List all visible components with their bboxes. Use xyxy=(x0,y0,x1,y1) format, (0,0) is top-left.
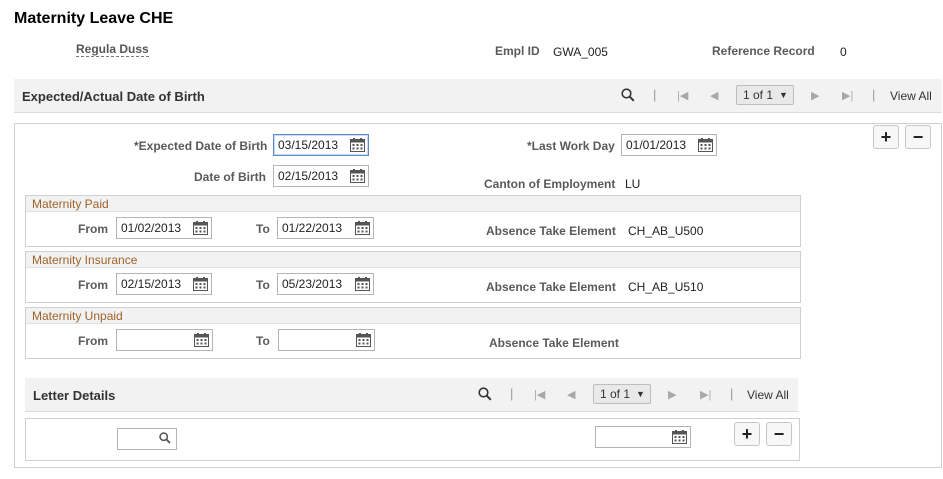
canton-of-employment-value: LU xyxy=(625,177,641,191)
calendar-icon[interactable] xyxy=(193,277,208,291)
maternity-paid-title: Maternity Paid xyxy=(26,196,800,212)
page-title: Maternity Leave CHE xyxy=(14,10,174,27)
letter-row-count-text: 1 of 1 xyxy=(600,387,631,401)
calendar-icon[interactable] xyxy=(355,221,370,235)
insurance-from-field[interactable]: 02/15/2013 xyxy=(116,273,212,295)
search-icon[interactable] xyxy=(478,387,492,404)
paid-absence-element-label: Absence Take Element xyxy=(486,224,616,238)
letter-code-field[interactable] xyxy=(117,428,177,450)
paid-to-value: 01/22/2013 xyxy=(282,221,343,235)
paid-to-field[interactable]: 01/22/2013 xyxy=(277,217,374,239)
previous-page-icon[interactable]: ◀ xyxy=(710,89,718,102)
letter-add-row-button[interactable]: + xyxy=(734,422,760,446)
letter-grid-title: Letter Details xyxy=(33,388,116,403)
previous-page-icon[interactable]: ◀ xyxy=(567,388,575,401)
empl-id-value: GWA_005 xyxy=(553,45,608,59)
row-count-text: 1 of 1 xyxy=(743,88,774,102)
nav-separator: | xyxy=(872,87,876,102)
last-work-day-field[interactable]: 01/01/2013 xyxy=(621,134,717,156)
expected-date-of-birth-field[interactable]: 03/15/2013 xyxy=(273,134,369,156)
last-work-day-value: 01/01/2013 xyxy=(626,138,687,152)
insurance-absence-element-value: CH_AB_U510 xyxy=(628,280,704,294)
search-icon[interactable] xyxy=(159,431,171,447)
view-all-link[interactable]: View All xyxy=(890,89,932,103)
calendar-icon[interactable] xyxy=(356,333,371,347)
nav-separator: | xyxy=(730,386,734,401)
first-page-icon[interactable]: |◀ xyxy=(534,388,545,401)
insurance-to-label: To xyxy=(256,278,270,292)
nav-separator: | xyxy=(653,87,657,102)
letter-row-count-dropdown[interactable]: 1 of 1 ▼ xyxy=(593,384,651,404)
employee-name: Regula Duss xyxy=(76,42,149,57)
nav-separator: | xyxy=(510,386,514,401)
letter-grid-header xyxy=(25,378,798,412)
paid-to-label: To xyxy=(256,222,270,236)
unpaid-from-field[interactable] xyxy=(116,329,213,351)
reference-record-value: 0 xyxy=(840,45,847,59)
last-page-icon[interactable]: ▶| xyxy=(700,388,711,401)
canton-of-employment-label: Canton of Employment xyxy=(484,177,616,191)
maternity-unpaid-title: Maternity Unpaid xyxy=(26,308,800,324)
insurance-to-field[interactable]: 05/23/2013 xyxy=(277,273,374,295)
reference-record-label: Reference Record xyxy=(712,44,815,58)
expected-date-of-birth-label: *Expected Date of Birth xyxy=(134,139,268,153)
letter-view-all-link[interactable]: View All xyxy=(747,388,789,402)
calendar-icon[interactable] xyxy=(194,333,209,347)
last-work-day-label: *Last Work Day xyxy=(527,139,615,153)
insurance-to-value: 05/23/2013 xyxy=(282,277,343,291)
next-page-icon[interactable]: ▶ xyxy=(668,388,676,401)
first-page-icon[interactable]: |◀ xyxy=(677,89,688,102)
search-icon[interactable] xyxy=(621,88,635,105)
add-row-button[interactable]: + xyxy=(873,125,899,149)
unpaid-to-field[interactable] xyxy=(278,329,375,351)
next-page-icon[interactable]: ▶ xyxy=(811,89,819,102)
paid-from-label: From xyxy=(78,222,108,236)
paid-from-value: 01/02/2013 xyxy=(121,221,182,235)
unpaid-from-label: From xyxy=(78,334,108,348)
birth-grid-title: Expected/Actual Date of Birth xyxy=(22,89,205,104)
calendar-icon[interactable] xyxy=(350,138,365,152)
calendar-icon[interactable] xyxy=(672,430,687,444)
paid-absence-element-value: CH_AB_U500 xyxy=(628,224,704,238)
date-of-birth-value: 02/15/2013 xyxy=(278,169,339,183)
calendar-icon[interactable] xyxy=(350,169,365,183)
calendar-icon[interactable] xyxy=(698,138,713,152)
delete-row-button[interactable]: − xyxy=(905,125,931,149)
calendar-icon[interactable] xyxy=(355,277,370,291)
calendar-icon[interactable] xyxy=(193,221,208,235)
letter-date-field[interactable] xyxy=(595,426,691,448)
date-of-birth-label: Date of Birth xyxy=(194,170,266,184)
row-count-dropdown[interactable]: 1 of 1 ▼ xyxy=(736,85,794,105)
last-page-icon[interactable]: ▶| xyxy=(842,89,853,102)
chevron-down-icon: ▼ xyxy=(779,90,788,100)
paid-from-field[interactable]: 01/02/2013 xyxy=(116,217,212,239)
unpaid-absence-element-label: Absence Take Element xyxy=(489,336,619,350)
unpaid-to-label: To xyxy=(256,334,270,348)
date-of-birth-field[interactable]: 02/15/2013 xyxy=(273,165,369,187)
empl-id-label: Empl ID xyxy=(495,44,540,58)
letter-delete-row-button[interactable]: − xyxy=(766,422,792,446)
insurance-from-value: 02/15/2013 xyxy=(121,277,182,291)
maternity-insurance-title: Maternity Insurance xyxy=(26,252,800,268)
expected-date-of-birth-value: 03/15/2013 xyxy=(278,138,339,152)
insurance-from-label: From xyxy=(78,278,108,292)
insurance-absence-element-label: Absence Take Element xyxy=(486,280,616,294)
chevron-down-icon: ▼ xyxy=(636,389,645,399)
